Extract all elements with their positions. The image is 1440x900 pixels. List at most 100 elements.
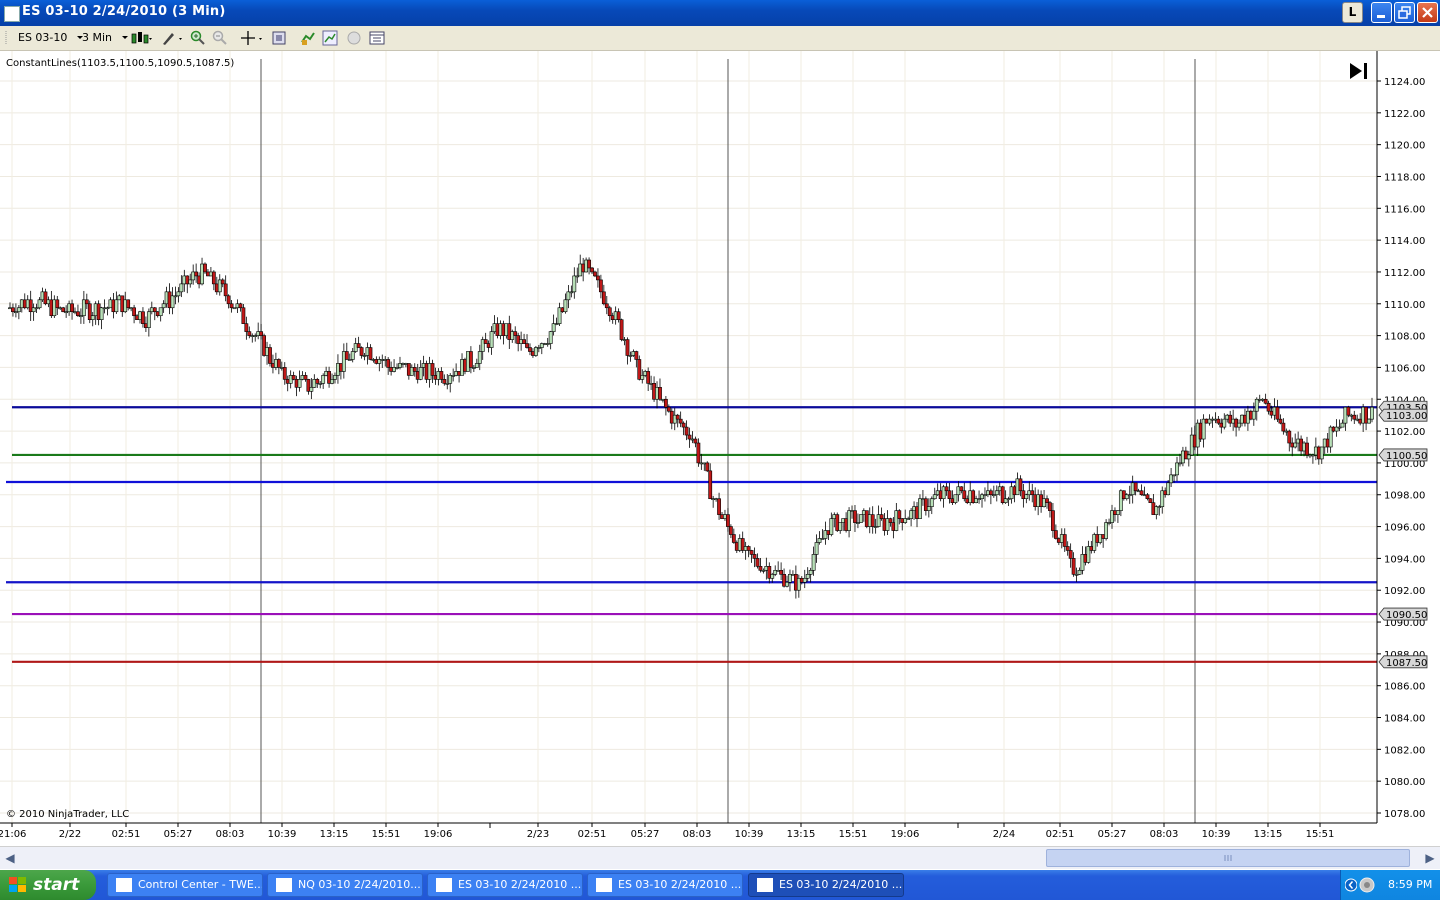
- data-series-icon[interactable]: [300, 30, 316, 46]
- candle-body: [1024, 494, 1029, 500]
- close-icon: [1422, 7, 1433, 18]
- candle-body: [528, 347, 532, 352]
- y-tick-label: 1082.00: [1384, 745, 1425, 756]
- taskbar-item-label: NQ 03-10 2/24/2010...: [298, 878, 421, 891]
- scroll-left-icon[interactable]: ◀: [2, 849, 18, 867]
- candle-body: [658, 387, 662, 400]
- x-tick-label: 02:51: [112, 829, 141, 840]
- start-button[interactable]: start: [0, 870, 96, 900]
- candle-body: [663, 398, 668, 408]
- candle-body: [962, 490, 967, 500]
- drawing-tools-icon[interactable]: [160, 30, 184, 46]
- candle-body: [708, 470, 713, 500]
- start-label: start: [33, 875, 80, 895]
- candle-body: [268, 347, 272, 364]
- candle-body: [303, 375, 308, 380]
- scrollbar-thumb[interactable]: [1046, 849, 1410, 867]
- candle-body: [988, 490, 993, 496]
- candle-body: [522, 339, 526, 344]
- price-chart[interactable]: 1124.00 1122.00 1120.00 1118.00 1116.00 1114.…: [0, 51, 1440, 846]
- candle-body: [607, 307, 612, 317]
- candle-body: [315, 379, 320, 384]
- candle-body: [1275, 406, 1280, 420]
- candle-body: [994, 490, 999, 496]
- toolbar-grip-icon: [5, 31, 7, 45]
- taskbar-item-es-chart-active[interactable]: ES 03-10 2/24/2010 ...: [748, 873, 904, 897]
- crosshair-icon[interactable]: [240, 30, 264, 46]
- taskbar-item-es-chart-1[interactable]: ES 03-10 2/24/2010 ...: [427, 873, 583, 897]
- candle-body: [726, 514, 730, 527]
- taskbar-item-nq-chart[interactable]: NQ 03-10 2/24/2010...: [267, 873, 423, 897]
- indicator-label: ConstantLines(1103.5,1100.5,1090.5,1087.…: [6, 58, 234, 69]
- x-tick-label: 02:51: [578, 829, 607, 840]
- indicators-icon[interactable]: [322, 30, 338, 46]
- candle-body: [853, 510, 857, 523]
- candle-body: [1278, 418, 1283, 424]
- taskbar-item-es-chart-2[interactable]: ES 03-10 2/24/2010 ...: [587, 873, 743, 897]
- window-title-bar[interactable]: ES 03-10 2/24/2010 (3 Min) L: [0, 0, 1440, 26]
- zoom-out-icon[interactable]: [212, 30, 228, 46]
- link-button[interactable]: L: [1342, 2, 1363, 23]
- candle-body: [276, 359, 281, 368]
- candle-body: [749, 550, 754, 555]
- scroll-right-icon[interactable]: ▶: [1422, 849, 1438, 867]
- candle-body: [616, 311, 621, 320]
- candle-body: [170, 295, 175, 309]
- candle-body: [752, 554, 757, 559]
- y-tick-label: 1084.00: [1384, 714, 1425, 725]
- app-icon: [4, 6, 20, 22]
- strategy-icon[interactable]: [346, 30, 362, 46]
- minimize-button[interactable]: [1371, 2, 1392, 23]
- x-tick-label: 02:51: [1046, 829, 1075, 840]
- candle-body: [785, 581, 789, 587]
- candle-body: [114, 299, 119, 313]
- candle-body: [418, 367, 423, 380]
- candle-body: [1133, 482, 1138, 492]
- candle-body: [572, 275, 577, 293]
- chart-canvas[interactable]: 1124.00 1122.00 1120.00 1118.00 1116.00 1114.…: [0, 51, 1440, 846]
- candle-body: [1045, 498, 1049, 503]
- candle-body: [684, 426, 689, 436]
- close-button[interactable]: [1417, 2, 1438, 23]
- candle-body: [805, 574, 810, 579]
- candle-body: [808, 570, 813, 575]
- candlestick-style-icon[interactable]: [130, 30, 154, 46]
- interval-label: 3 Min: [82, 31, 113, 44]
- properties-icon[interactable]: [271, 30, 287, 46]
- zoom-in-icon[interactable]: [190, 30, 206, 46]
- instrument-selector[interactable]: ES 03-10: [18, 31, 84, 44]
- data-box-icon[interactable]: [369, 30, 385, 46]
- candle-body: [847, 510, 851, 531]
- candle-body: [1186, 454, 1191, 460]
- candle-body: [548, 331, 553, 344]
- candle-body: [814, 542, 819, 555]
- candle-body: [37, 299, 42, 309]
- x-tick-label: 15:51: [1306, 829, 1335, 840]
- candle-body: [811, 554, 816, 571]
- candle-body: [953, 494, 958, 503]
- candle-body: [513, 331, 518, 336]
- interval-selector[interactable]: 3 Min: [82, 31, 129, 44]
- candle-body: [126, 299, 131, 309]
- price-tag-label: 1103.00: [1386, 411, 1427, 422]
- candle-body: [779, 570, 784, 575]
- candle-body: [146, 311, 151, 328]
- candle-body: [678, 418, 683, 424]
- horizontal-scrollbar[interactable]: ◀ ▶: [0, 846, 1440, 869]
- restore-button[interactable]: [1394, 2, 1415, 23]
- y-tick-label: 1114.00: [1384, 236, 1425, 247]
- network-icon[interactable]: [1359, 877, 1375, 893]
- candle-body: [297, 379, 302, 388]
- price-tag: 1090.50: [1378, 607, 1428, 621]
- price-tag-label: 1100.50: [1386, 451, 1427, 462]
- show-hidden-icons-icon[interactable]: [1345, 878, 1357, 892]
- y-tick-label: 1122.00: [1384, 109, 1425, 120]
- x-tick-label: 10:39: [1202, 829, 1231, 840]
- candle-body: [359, 347, 364, 356]
- candle-body: [247, 331, 252, 336]
- x-tick-label: 05:27: [1098, 829, 1127, 840]
- taskbar-item-control-center[interactable]: Control Center - TWE...: [107, 873, 263, 897]
- candle-body: [731, 534, 736, 543]
- y-tick-label: 1120.00: [1384, 141, 1425, 152]
- scroll-to-end-icon[interactable]: [1350, 63, 1367, 79]
